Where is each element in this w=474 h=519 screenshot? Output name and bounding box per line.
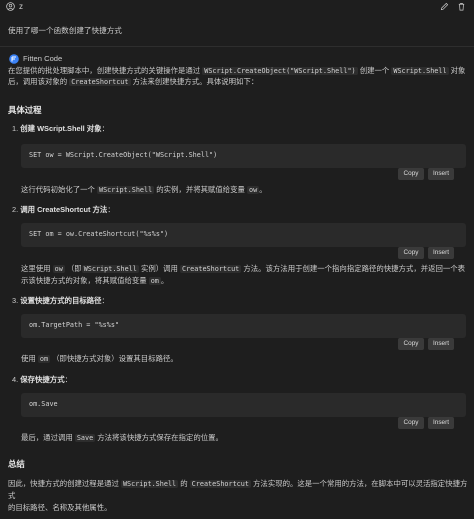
step-number: 2. xyxy=(12,205,19,214)
step-title-colon: ： xyxy=(107,205,115,214)
inline-code: ow xyxy=(247,186,260,194)
desc-text: 示该快捷方式的对象，将其赋值给变量 xyxy=(21,276,147,286)
step-title-text: 调用 xyxy=(20,205,38,214)
step-1-desc: 这行代码初始化了一个 WScript.Shell 的实例，并将其赋值给变量 ow… xyxy=(21,185,267,196)
code-block-4: om.Save xyxy=(21,393,466,417)
summary-text: 的目标路径、名称及其他属性。 xyxy=(8,502,112,512)
copy-button[interactable]: Copy xyxy=(398,168,424,180)
insert-button[interactable]: Insert xyxy=(428,338,454,350)
step-title-text: 创建 xyxy=(20,124,38,133)
step-title-text: CreateShortcut xyxy=(37,205,91,214)
step-title-colon: ： xyxy=(64,375,72,384)
step-3-desc: 使用 om （即快捷方式对象）设置其目标路径。 xyxy=(21,354,178,365)
message-divider xyxy=(0,46,474,47)
step-title-text: 对象 xyxy=(84,124,102,133)
code-line: SET ow = WScript.CreateObject("WScript.S… xyxy=(29,151,218,159)
step-4-desc: 最后，通过调用 Save 方法将该快捷方式保存在指定的位置。 xyxy=(21,433,223,444)
inline-code: WScript.Shell xyxy=(96,186,155,194)
desc-text: （即 xyxy=(66,264,82,273)
step-title-text: 保存快捷方式 xyxy=(20,375,65,384)
summary-text: 的 xyxy=(180,479,188,488)
inline-code: WScript.Shell xyxy=(120,480,179,488)
insert-button[interactable]: Insert xyxy=(428,247,454,259)
step-title-colon: ： xyxy=(101,124,109,133)
desc-text: 这行代码初始化了一个 xyxy=(21,185,95,194)
insert-button[interactable]: Insert xyxy=(428,168,454,180)
copy-button[interactable]: Copy xyxy=(398,338,424,350)
inline-code: CreateShortcut xyxy=(179,265,242,273)
intro-text: 对象 xyxy=(450,66,466,75)
desc-text: 方法将该快捷方式保存在指定的位置。 xyxy=(97,433,223,442)
step-2-desc: 这里使用 ow （即 WScript.Shell 实例）调用 CreateShor… xyxy=(21,263,466,287)
inline-code: om xyxy=(37,355,51,363)
code-block-1: SET ow = WScript.CreateObject("WScript.S… xyxy=(21,144,466,168)
inline-code: CreateShortcut xyxy=(69,77,131,86)
desc-text: 这里使用 xyxy=(21,264,51,273)
copy-button[interactable]: Copy xyxy=(398,247,424,259)
desc-text: （即快捷方式对象）设置其目标路径。 xyxy=(52,354,178,363)
step-3-title: 3. 设置快捷方式的目标路径： xyxy=(12,296,109,307)
desc-text: 。 xyxy=(259,185,267,194)
inline-code: Save xyxy=(74,434,96,442)
desc-text: 。 xyxy=(160,276,169,286)
inline-code: ow xyxy=(52,265,65,273)
code-line: om.Save xyxy=(29,400,58,408)
inline-code: WScript.Shell xyxy=(391,67,449,75)
desc-text: 使用 xyxy=(21,354,36,363)
inline-code: WScript.Shell xyxy=(81,265,139,273)
desc-text: 最后，通过调用 xyxy=(21,433,73,442)
user-name: z xyxy=(19,2,23,11)
step-number: 1. xyxy=(12,124,19,133)
account-icon xyxy=(6,2,15,11)
step-1-title: 1. 创建 WScript.Shell 对象： xyxy=(12,124,109,135)
intro-text: 方法来创建快捷方式。具体说明如下： xyxy=(132,76,259,86)
step-2-title: 2. 调用 CreateShortcut 方法： xyxy=(12,205,115,216)
summary-title: 总结 xyxy=(8,459,25,469)
step-title-text: WScript.Shell xyxy=(37,124,85,133)
section-title: 具体过程 xyxy=(8,105,42,115)
step-title-text: 方法 xyxy=(90,205,108,214)
fitten-code-icon xyxy=(9,54,19,64)
inline-code: CreateShortcut xyxy=(189,480,251,488)
code-block-2: SET om = ow.CreateShortcut("%s%s") xyxy=(21,223,466,247)
inline-code: WScript.CreateObject("WScript.Shell") xyxy=(202,67,358,75)
user-message: 使用了哪一个函数创建了快捷方式 xyxy=(8,26,122,35)
desc-text: 的实例，并将其赋值给变量 xyxy=(156,185,245,194)
copy-button[interactable]: Copy xyxy=(398,417,424,429)
inline-code: om xyxy=(148,277,161,286)
intro-paragraph: 在您提供的批处理脚本中，创建快捷方式的关键操作是通过 WScript.Creat… xyxy=(8,66,466,88)
step-title-text: 设置快捷方式的目标路径 xyxy=(20,296,102,305)
code-block-3: om.TargetPath = "%s%s" xyxy=(21,314,466,338)
desc-text: 方法。该方法用于创建一个指向指定路径的快捷方式，并返回一个表 xyxy=(243,264,466,273)
assistant-name: Fitten Code xyxy=(23,54,63,63)
intro-text: 后，调用该对象的 xyxy=(8,76,68,86)
step-number: 4. xyxy=(12,375,19,384)
code-line: SET om = ow.CreateShortcut("%s%s") xyxy=(29,230,169,238)
intro-text: 在您提供的批处理脚本中，创建快捷方式的关键操作是通过 xyxy=(8,66,201,75)
summary-paragraph: 因此，快捷方式的创建过程是通过 WScript.Shell 的 CreateSh… xyxy=(8,478,470,514)
summary-text: 因此，快捷方式的创建过程是通过 xyxy=(8,479,119,488)
intro-text: 创建一个 xyxy=(359,66,390,75)
step-4-title: 4. 保存快捷方式： xyxy=(12,375,72,386)
desc-text: 实例）调用 xyxy=(140,264,178,273)
step-title-colon: ： xyxy=(101,296,109,305)
trash-icon[interactable] xyxy=(457,2,466,11)
insert-button[interactable]: Insert xyxy=(428,417,454,429)
step-number: 3. xyxy=(12,296,19,305)
code-line: om.TargetPath = "%s%s" xyxy=(29,321,120,329)
edit-icon[interactable] xyxy=(440,2,449,11)
